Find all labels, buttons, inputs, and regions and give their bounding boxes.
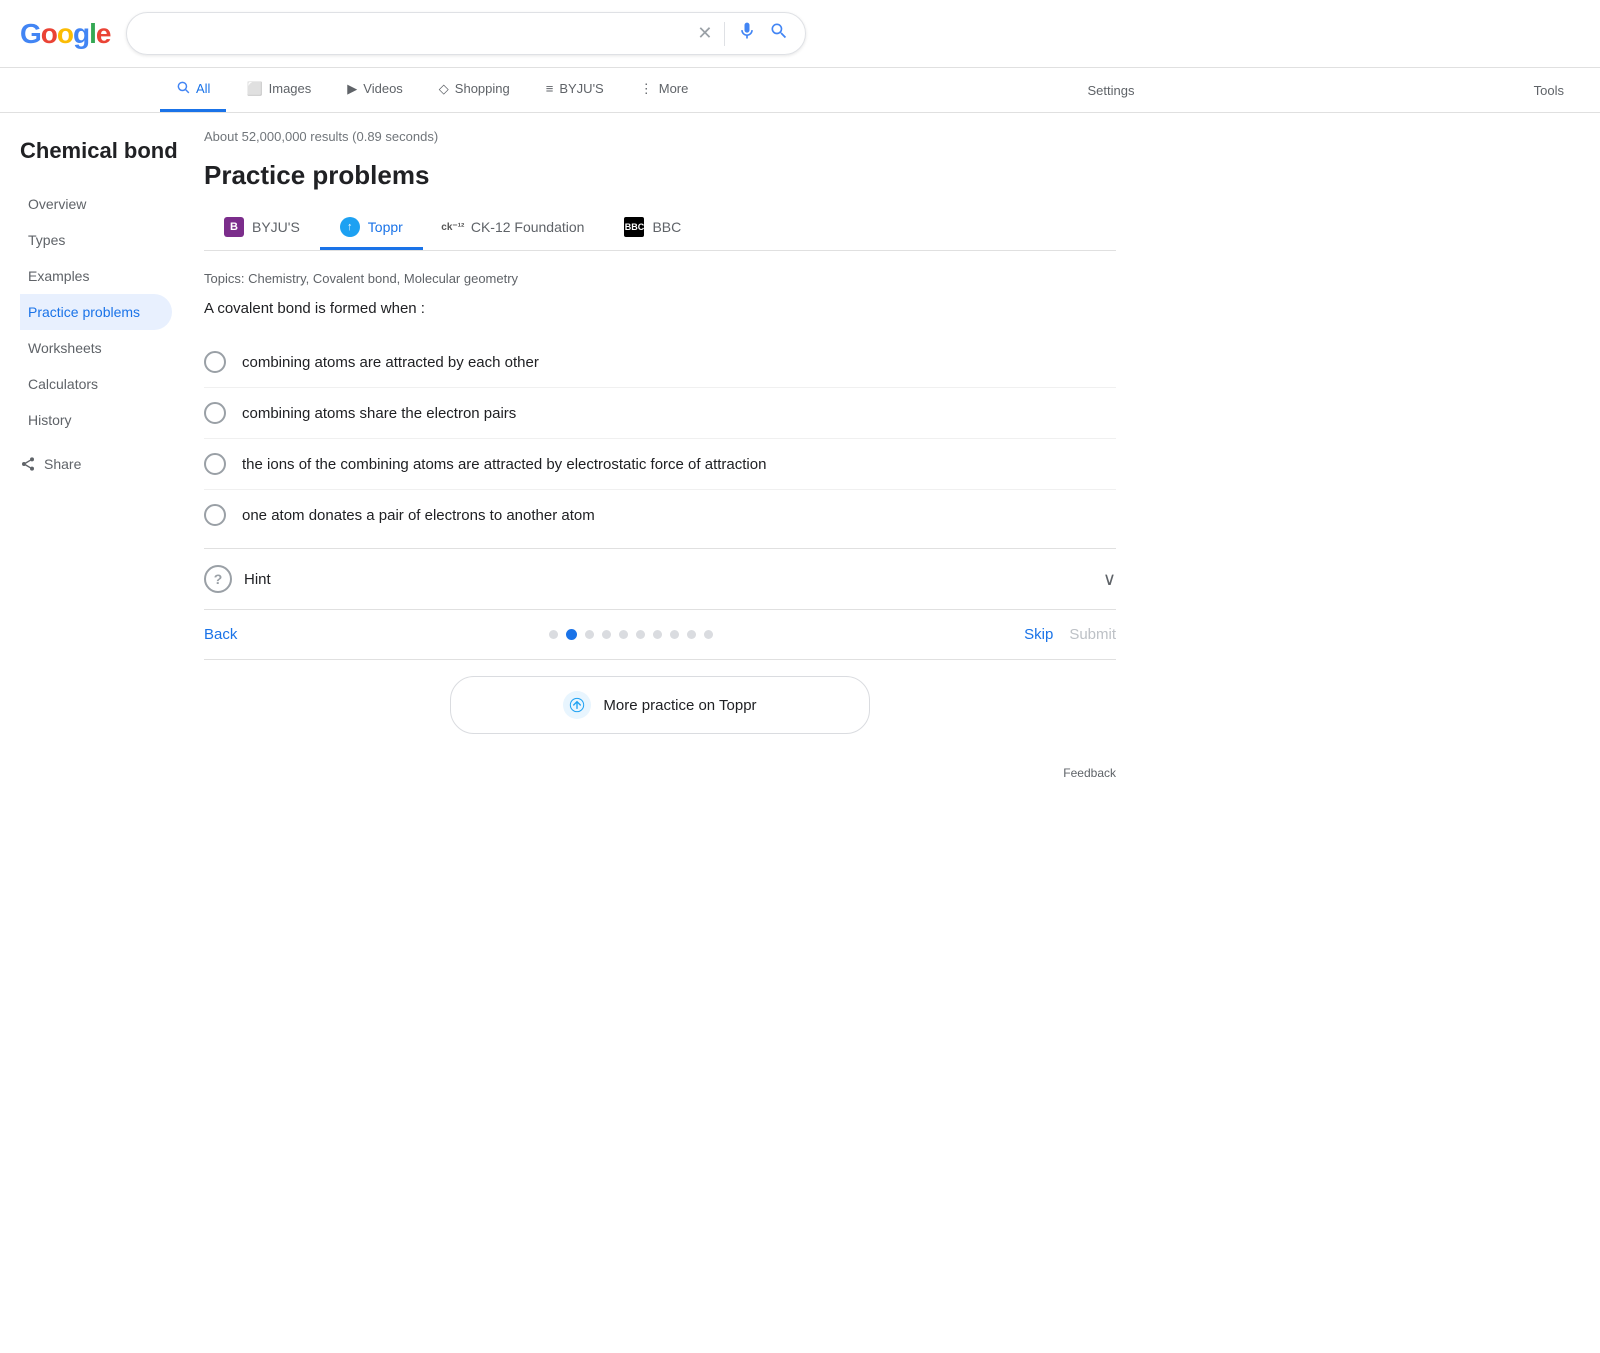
share-button[interactable]: Share [20,446,180,482]
tab-images[interactable]: ⬜ Images [230,69,327,112]
option-1[interactable]: combining atoms are attracted by each ot… [204,337,1116,388]
share-label: Share [44,456,81,472]
source-tab-toppr[interactable]: ↑ Toppr [320,207,423,250]
radio-2[interactable] [204,402,226,424]
question-text: A covalent bond is formed when : [204,300,1116,317]
sidebar-item-history[interactable]: History [20,402,172,438]
hint-section[interactable]: ? Hint ∨ [204,548,1116,610]
skip-button[interactable]: Skip [1024,626,1053,643]
ck12-icon: ck⁻¹² [443,217,463,237]
sidebar-item-examples[interactable]: Examples [20,258,172,294]
news-icon: ≡ [546,81,554,96]
more-icon: ⋮ [640,81,653,97]
tab-more-label: More [659,81,689,96]
feedback-container[interactable]: Feedback [204,750,1116,796]
sidebar-item-practice-problems[interactable]: Practice problems [20,294,172,330]
dot-6 [636,630,645,639]
google-logo: Google [20,18,110,50]
videos-icon: ▶ [347,81,357,97]
topics: Topics: Chemistry, Covalent bond, Molecu… [204,271,1116,286]
toppr-icon: ↑ [340,217,360,237]
option-2-text: combining atoms share the electron pairs [242,405,516,422]
search-icons: ✕ [697,21,789,46]
chevron-down-icon: ∨ [1103,569,1116,590]
search-icon[interactable] [769,21,789,46]
tab-more[interactable]: ⋮ More [624,69,705,112]
source-tab-bbc[interactable]: BBC BBC [604,207,701,250]
dot-2 [566,629,577,640]
tab-shopping-label: Shopping [455,81,510,96]
option-3-text: the ions of the combining atoms are attr… [242,456,766,473]
nav-footer: Back Skip Submit [204,610,1116,659]
radio-3[interactable] [204,453,226,475]
tab-videos[interactable]: ▶ Videos [331,69,419,112]
pagination-dots [253,629,1008,640]
dot-9 [687,630,696,639]
tools-button[interactable]: Tools [1518,71,1580,110]
sidebar-item-calculators[interactable]: Calculators [20,366,172,402]
option-2[interactable]: combining atoms share the electron pairs [204,388,1116,439]
options-list: combining atoms are attracted by each ot… [204,337,1116,540]
radio-4[interactable] [204,504,226,526]
dot-3 [585,630,594,639]
all-icon [176,80,190,97]
search-bar: chemical bond practice problems ✕ [126,12,806,55]
tab-all-label: All [196,81,210,96]
more-practice-label: More practice on Toppr [603,697,756,714]
header: Google chemical bond practice problems ✕ [0,0,1600,68]
section-title: Practice problems [204,160,1116,191]
byjus-icon: B [224,217,244,237]
byjus-label: BYJU'S [252,219,300,235]
tab-all[interactable]: All [160,68,226,112]
tab-videos-label: Videos [363,81,403,96]
source-tab-byjus[interactable]: B BYJU'S [204,207,320,250]
toppr-label: Toppr [368,219,403,235]
radio-1[interactable] [204,351,226,373]
dot-5 [619,630,628,639]
search-divider [724,22,725,46]
feedback-label[interactable]: Feedback [1063,766,1116,780]
submit-button: Submit [1069,626,1116,643]
main-layout: Chemical bond Overview Types Examples Pr… [0,113,1600,812]
sidebar-item-overview[interactable]: Overview [20,186,172,222]
option-4[interactable]: one atom donates a pair of electrons to … [204,490,1116,540]
bbc-label: BBC [652,219,681,235]
source-tab-ck12[interactable]: ck⁻¹² CK-12 Foundation [423,207,605,250]
hint-icon: ? [204,565,232,593]
option-3[interactable]: the ions of the combining atoms are attr… [204,439,1116,490]
search-input[interactable]: chemical bond practice problems [143,25,689,43]
sidebar-item-worksheets[interactable]: Worksheets [20,330,172,366]
more-practice-button[interactable]: More practice on Toppr [450,676,870,734]
shopping-icon: ◇ [439,81,449,97]
sidebar: Chemical bond Overview Types Examples Pr… [20,113,180,812]
back-button[interactable]: Back [204,626,237,643]
tab-images-label: Images [269,81,312,96]
images-icon: ⬜ [246,81,262,97]
option-1-text: combining atoms are attracted by each ot… [242,354,539,371]
ck12-label: CK-12 Foundation [471,219,585,235]
microphone-icon[interactable] [737,21,757,46]
tab-shopping[interactable]: ◇ Shopping [423,69,526,112]
tab-news-label: BYJU'S [559,81,603,96]
dot-10 [704,630,713,639]
hint-left: ? Hint [204,565,271,593]
sidebar-title: Chemical bond [20,137,180,166]
results-count: About 52,000,000 results (0.89 seconds) [204,129,1116,144]
clear-icon[interactable]: ✕ [697,23,712,44]
nav-tabs: All ⬜ Images ▶ Videos ◇ Shopping ≡ BYJU'… [0,68,1600,113]
sidebar-item-types[interactable]: Types [20,222,172,258]
content-area: About 52,000,000 results (0.89 seconds) … [180,113,1140,812]
tab-news[interactable]: ≡ BYJU'S [530,69,620,111]
toppr-btn-icon [563,691,591,719]
source-tabs: B BYJU'S ↑ Toppr ck⁻¹² CK-12 Foundation … [204,207,1116,251]
dot-7 [653,630,662,639]
hint-label: Hint [244,571,271,588]
dot-4 [602,630,611,639]
more-practice-container: More practice on Toppr [204,659,1116,750]
dot-8 [670,630,679,639]
bbc-icon: BBC [624,217,644,237]
settings-button[interactable]: Settings [1072,71,1151,110]
option-4-text: one atom donates a pair of electrons to … [242,507,595,524]
dot-1 [549,630,558,639]
